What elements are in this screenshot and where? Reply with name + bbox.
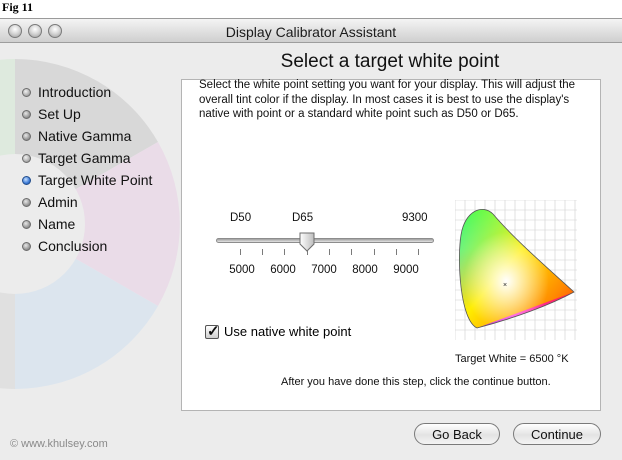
step-item-conclusion: Conclusion: [22, 235, 152, 257]
slider-tick: [373, 249, 375, 255]
slider-tick: [351, 249, 353, 255]
step-item-target-gamma: Target Gamma: [22, 147, 152, 169]
go-back-button[interactable]: Go Back: [414, 423, 500, 445]
step-item-native-gamma: Native Gamma: [22, 125, 152, 147]
steps-list: Introduction Set Up Native Gamma Target …: [22, 81, 152, 257]
step-label: Admin: [38, 194, 78, 210]
step-bullet-current-icon: [22, 175, 31, 185]
slider-tick: [284, 249, 286, 255]
step-label: Name: [38, 216, 76, 232]
native-white-point-checkbox[interactable]: ✓: [205, 322, 220, 340]
step-label: Native Gamma: [38, 128, 132, 144]
slider-tick: [239, 249, 241, 255]
preset-label-d50: D50: [230, 212, 252, 224]
window-title: Display Calibrator Assistant: [225, 24, 397, 40]
step-label: Set Up: [38, 106, 81, 122]
figure-label: Fig 11: [2, 0, 34, 14]
scale-label-6000: 6000: [270, 264, 296, 276]
slider-thumb[interactable]: [298, 232, 316, 252]
target-white-readout: Target White = 6500 °K: [455, 353, 569, 365]
step-label: Conclusion: [38, 238, 108, 254]
step-item-target-white-point: Target White Point: [22, 169, 152, 191]
slider-tick: [262, 249, 264, 255]
slider-tick: [328, 249, 330, 255]
slider-track[interactable]: [216, 238, 434, 243]
slider-tick: [418, 249, 420, 255]
continue-hint-text: After you have done this step, click the…: [281, 376, 551, 388]
step-bullet-icon: [22, 153, 31, 163]
native-white-point-label: Use native white point: [224, 324, 352, 339]
step-bullet-icon: [22, 197, 31, 207]
step-item-admin: Admin: [22, 191, 152, 213]
continue-button[interactable]: Continue: [513, 423, 601, 445]
page-heading: Select a target white point: [280, 51, 500, 72]
step-label: Target Gamma: [38, 150, 131, 166]
native-white-point-option[interactable]: ✓ Use native white point: [205, 322, 352, 340]
step-item-introduction: Introduction: [22, 81, 152, 103]
scale-label-5000: 5000: [229, 264, 255, 276]
white-point-slider[interactable]: D50 D65 9300 5000 6000 7000 8000 9000: [214, 212, 439, 302]
preset-label-d65: D65: [292, 212, 314, 224]
chromaticity-diagram: ×: [455, 200, 577, 340]
slider-tick: [395, 249, 397, 255]
preset-label-9300: 9300: [402, 212, 428, 224]
step-bullet-icon: [22, 131, 31, 141]
scale-label-8000: 8000: [352, 264, 378, 276]
scale-label-7000: 7000: [311, 264, 337, 276]
step-item-name: Name: [22, 213, 152, 235]
step-bullet-icon: [22, 241, 31, 251]
watermark: © www.khulsey.com: [10, 438, 108, 450]
step-label: Target White Point: [38, 172, 153, 188]
scale-label-9000: 9000: [393, 264, 419, 276]
step-bullet-icon: [22, 87, 31, 97]
white-point-marker: ×: [503, 282, 507, 289]
title-bar[interactable]: Display Calibrator Assistant: [0, 19, 622, 43]
step-bullet-icon: [22, 109, 31, 119]
checkmark-icon: ✓: [207, 322, 220, 340]
step-bullet-icon: [22, 219, 31, 229]
step-item-set-up: Set Up: [22, 103, 152, 125]
step-label: Introduction: [38, 84, 112, 100]
description-text: Select the white point setting you want …: [199, 79, 576, 120]
